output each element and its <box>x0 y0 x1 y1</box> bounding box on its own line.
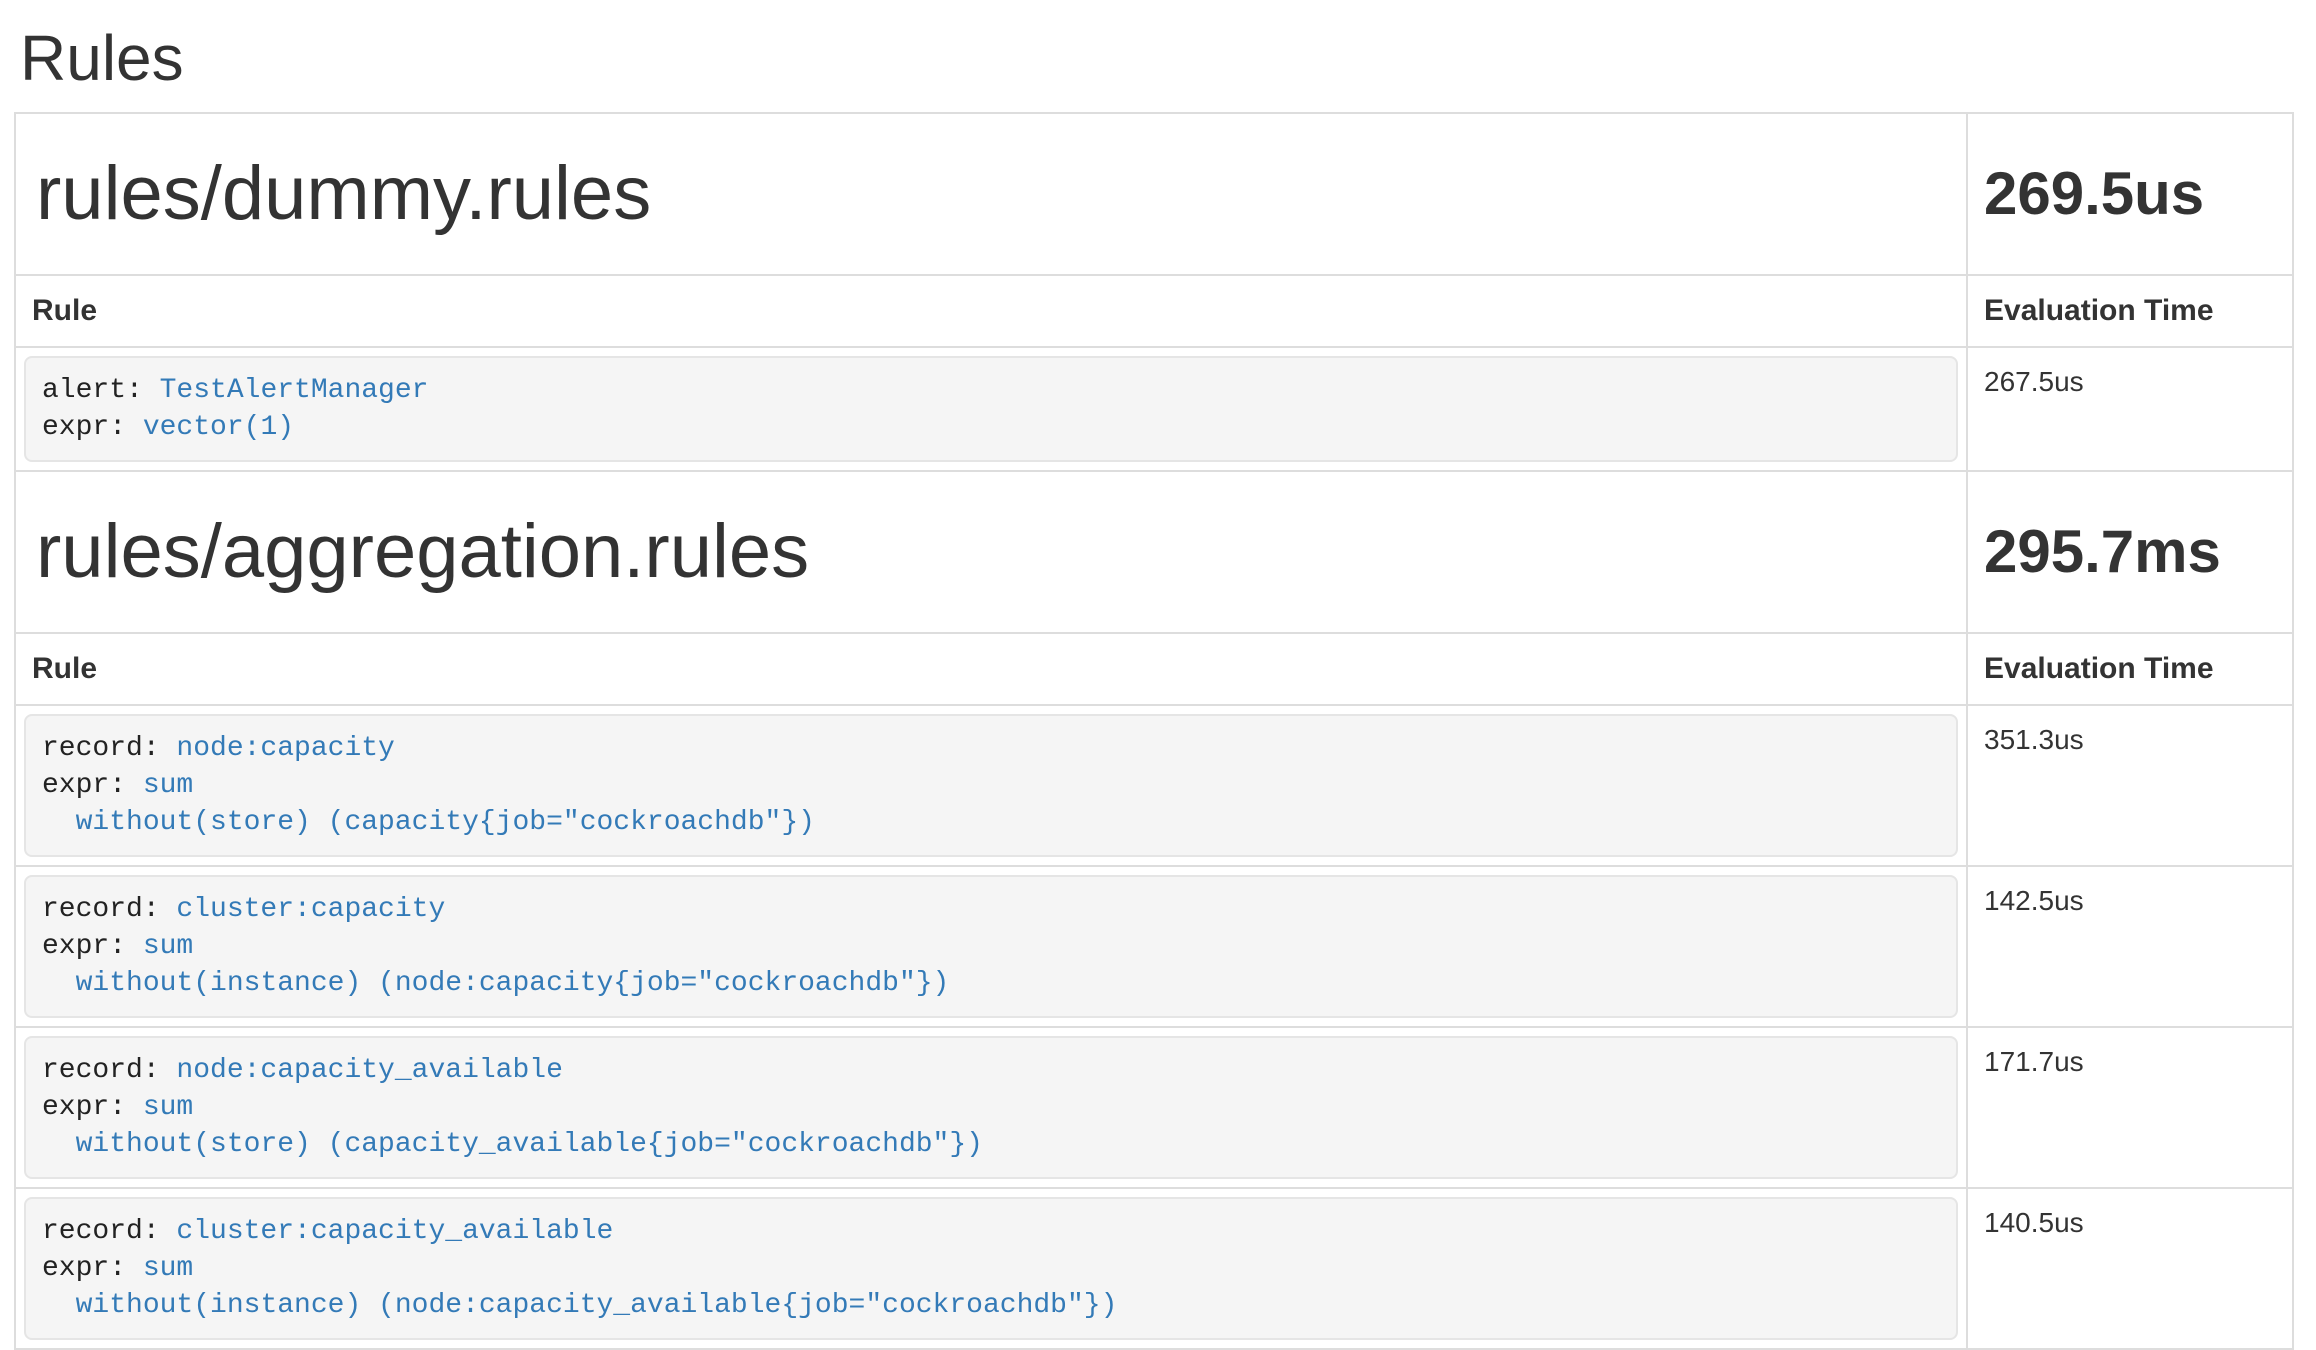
column-header-rule: Rule <box>15 633 1967 705</box>
rule-name-link[interactable]: cluster:capacity <box>176 894 445 925</box>
rules-table: rules/dummy.rules 269.5us Rule Evaluatio… <box>14 112 2294 1350</box>
rule-indent <box>42 807 76 838</box>
column-header-rule: Rule <box>15 275 1967 347</box>
rule-name-link[interactable]: TestAlertManager <box>160 375 429 406</box>
rule-group-file-name: rules/aggregation.rules <box>36 504 1950 600</box>
rule-row: record: cluster:capacity_availableexpr: … <box>15 1188 2293 1349</box>
group-total-cell: 269.5us <box>1967 113 2293 275</box>
rule-definition: alert: TestAlertManagerexpr: vector(1) <box>24 356 1958 462</box>
rule-definition: record: cluster:capacity_availableexpr: … <box>24 1197 1958 1340</box>
column-header-row: Rule Evaluation Time <box>15 633 2293 705</box>
group-file-cell: rules/aggregation.rules <box>15 471 1967 633</box>
group-header-row: rules/dummy.rules 269.5us <box>15 113 2293 275</box>
rule-code-line: without(store) (capacity_available{job="… <box>42 1126 1940 1163</box>
rule-code-line: record: node:capacity <box>42 730 1940 767</box>
rule-row: record: cluster:capacityexpr: sum withou… <box>15 866 2293 1027</box>
rule-code-line: expr: sum <box>42 1089 1940 1126</box>
rule-eval-time: 140.5us <box>1967 1188 2293 1349</box>
rule-expr-link[interactable]: without(store) (capacity{job="cockroachd… <box>76 807 815 838</box>
rule-keyword: record: <box>42 894 176 925</box>
column-header-row: Rule Evaluation Time <box>15 275 2293 347</box>
column-header-eval-time: Evaluation Time <box>1967 633 2293 705</box>
rule-code-line: record: cluster:capacity_available <box>42 1213 1940 1250</box>
rule-row: record: node:capacityexpr: sum without(s… <box>15 705 2293 866</box>
rule-expr-link[interactable]: without(instance) (node:capacity_availab… <box>76 1290 1118 1321</box>
rule-row: record: node:capacity_availableexpr: sum… <box>15 1027 2293 1188</box>
rule-indent <box>42 1290 76 1321</box>
rule-keyword: expr: <box>42 412 143 443</box>
rule-indent <box>42 968 76 999</box>
rule-group-file-name: rules/dummy.rules <box>36 146 1950 242</box>
rule-code-line: expr: sum <box>42 928 1940 965</box>
rule-expr-link[interactable]: sum <box>143 1092 193 1123</box>
rule-expr-link[interactable]: without(instance) (node:capacity{job="co… <box>76 968 950 999</box>
rule-keyword: record: <box>42 733 176 764</box>
group-total-eval-time: 295.7ms <box>1984 516 2276 588</box>
rule-eval-time: 267.5us <box>1967 347 2293 471</box>
rule-keyword: expr: <box>42 1092 143 1123</box>
rule-keyword: alert: <box>42 375 160 406</box>
rule-expr-link[interactable]: without(store) (capacity_available{job="… <box>76 1129 983 1160</box>
rule-name-link[interactable]: node:capacity <box>176 733 394 764</box>
rule-code-line: record: node:capacity_available <box>42 1052 1940 1089</box>
rule-name-link[interactable]: cluster:capacity_available <box>176 1216 613 1247</box>
rule-keyword: record: <box>42 1055 176 1086</box>
group-file-cell: rules/dummy.rules <box>15 113 1967 275</box>
rule-code-line: expr: sum <box>42 1250 1940 1287</box>
rules-page: Rules rules/dummy.rules 269.5us Rule Eva… <box>0 20 2316 1350</box>
rule-keyword: expr: <box>42 770 143 801</box>
rule-expr-link[interactable]: sum <box>143 931 193 962</box>
rule-expr-link[interactable]: sum <box>143 1253 193 1284</box>
rule-definition-cell: record: node:capacity_availableexpr: sum… <box>15 1027 1967 1188</box>
rule-code-line: without(instance) (node:capacity{job="co… <box>42 965 1940 1002</box>
rule-definition-cell: record: cluster:capacity_availableexpr: … <box>15 1188 1967 1349</box>
rule-keyword: expr: <box>42 931 143 962</box>
rule-keyword: record: <box>42 1216 176 1247</box>
rule-expr-link[interactable]: vector(1) <box>143 412 294 443</box>
rule-code-line: expr: vector(1) <box>42 409 1940 446</box>
group-header-row: rules/aggregation.rules 295.7ms <box>15 471 2293 633</box>
rule-definition: record: node:capacityexpr: sum without(s… <box>24 714 1958 857</box>
page-title: Rules <box>20 20 2294 96</box>
rule-definition-cell: record: cluster:capacityexpr: sum withou… <box>15 866 1967 1027</box>
group-total-eval-time: 269.5us <box>1984 158 2276 230</box>
rule-eval-time: 171.7us <box>1967 1027 2293 1188</box>
rule-expr-link[interactable]: sum <box>143 770 193 801</box>
rule-code-line: without(store) (capacity{job="cockroachd… <box>42 804 1940 841</box>
group-total-cell: 295.7ms <box>1967 471 2293 633</box>
rule-indent <box>42 1129 76 1160</box>
rule-row: alert: TestAlertManagerexpr: vector(1) 2… <box>15 347 2293 471</box>
rule-code-line: expr: sum <box>42 767 1940 804</box>
rule-code-line: alert: TestAlertManager <box>42 372 1940 409</box>
rule-definition-cell: alert: TestAlertManagerexpr: vector(1) <box>15 347 1967 471</box>
rule-definition-cell: record: node:capacityexpr: sum without(s… <box>15 705 1967 866</box>
rule-eval-time: 351.3us <box>1967 705 2293 866</box>
rule-eval-time: 142.5us <box>1967 866 2293 1027</box>
rule-keyword: expr: <box>42 1253 143 1284</box>
rule-definition: record: node:capacity_availableexpr: sum… <box>24 1036 1958 1179</box>
rule-name-link[interactable]: node:capacity_available <box>176 1055 562 1086</box>
column-header-eval-time: Evaluation Time <box>1967 275 2293 347</box>
rule-definition: record: cluster:capacityexpr: sum withou… <box>24 875 1958 1018</box>
rule-code-line: without(instance) (node:capacity_availab… <box>42 1287 1940 1324</box>
rule-code-line: record: cluster:capacity <box>42 891 1940 928</box>
